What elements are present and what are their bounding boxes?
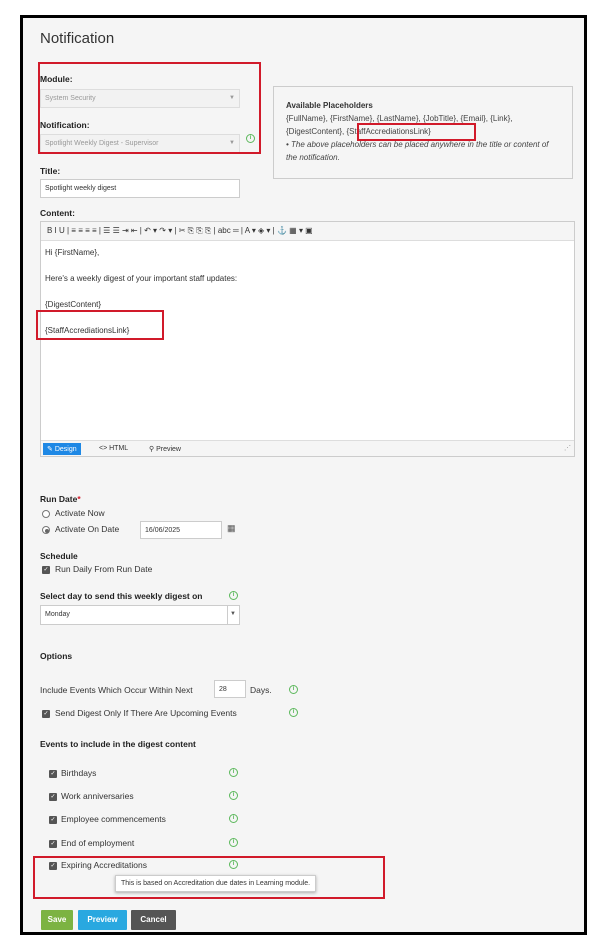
info-icon[interactable]: i (229, 838, 238, 847)
placeholders-heading: Available Placeholders (286, 101, 373, 110)
content-label: Content: (40, 208, 75, 218)
birthdays-checkbox[interactable]: ✓ (49, 770, 57, 778)
required-mark: * (77, 494, 81, 504)
weekly-day-value: Monday (45, 611, 70, 618)
code-icon: <> (99, 445, 110, 452)
editor-line: Here's a weekly digest of your important… (45, 274, 238, 283)
highlight-box (36, 310, 164, 340)
activate-now-label: Activate Now (55, 508, 105, 518)
resize-handle-icon[interactable]: ⋰ (564, 444, 571, 452)
run-date-input[interactable]: 16/06/2025 (140, 521, 222, 539)
save-button[interactable]: Save (41, 910, 73, 930)
days-input[interactable]: 28 (214, 680, 246, 698)
cancel-button[interactable]: Cancel (131, 910, 176, 930)
editor-line: Hi {FirstName}, (45, 248, 100, 257)
tab-html-label: HTML (109, 445, 129, 452)
event-item-label: Birthdays (61, 768, 97, 778)
weekly-day-select[interactable]: Monday ▼ (40, 605, 240, 625)
info-icon[interactable]: i (229, 814, 238, 823)
send-only-label: Send Digest Only If There Are Upcoming E… (55, 708, 237, 718)
radio-activate-on-date[interactable] (42, 526, 50, 534)
info-icon[interactable]: i (229, 591, 238, 600)
end-of-employment-checkbox[interactable]: ✓ (49, 840, 57, 848)
radio-activate-now[interactable] (42, 510, 50, 518)
send-only-checkbox[interactable]: ✓ (42, 710, 50, 718)
editor-mode-tabs: ✎ Design <> HTML ⚲ Preview ⋰ (41, 440, 574, 456)
placeholder-digest: {DigestContent}, (286, 127, 347, 136)
work-anniversaries-checkbox[interactable]: ✓ (49, 793, 57, 801)
run-daily-checkbox[interactable]: ✓ (42, 566, 50, 574)
editor-toolbar[interactable]: B I U | ≡ ≡ ≡ ≡ | ☰ ☰ ⇥ ⇤ | ↶ ▾ ↷ ▾ | ✂ … (41, 222, 574, 241)
highlight-box (357, 123, 476, 141)
pencil-icon: ✎ (47, 446, 55, 453)
options-label: Options (40, 651, 73, 661)
tab-preview[interactable]: ⚲ Preview (145, 443, 185, 455)
notification-panel: Notification Module: System Security ▼ N… (20, 15, 587, 935)
preview-button[interactable]: Preview (78, 910, 127, 930)
highlight-box (38, 62, 261, 154)
schedule-label: Schedule (40, 551, 78, 561)
calendar-icon[interactable]: ▦ (227, 523, 236, 534)
tab-preview-label: Preview (156, 446, 181, 453)
info-icon[interactable]: i (289, 708, 298, 717)
highlight-box (33, 856, 385, 899)
chevron-down-icon: ▼ (227, 606, 239, 624)
run-date-label: Run Date* (40, 494, 81, 504)
events-label: Events to include in the digest content (40, 739, 196, 749)
tab-design-label: Design (54, 446, 77, 453)
activate-on-date-label: Activate On Date (55, 524, 120, 534)
weekly-day-label: Select day to send this weekly digest on (40, 591, 203, 601)
run-daily-label: Run Daily From Run Date (55, 564, 153, 574)
tab-html[interactable]: <> HTML (95, 443, 132, 455)
info-icon[interactable]: i (229, 768, 238, 777)
event-item-label: Employee commencements (61, 814, 166, 824)
info-icon[interactable]: i (289, 685, 298, 694)
tab-design[interactable]: ✎ Design (43, 443, 81, 455)
placeholders-note: • The above placeholders can be placed a… (286, 140, 549, 162)
commencements-checkbox[interactable]: ✓ (49, 816, 57, 824)
days-label: Days. (250, 685, 272, 695)
info-icon[interactable]: i (229, 791, 238, 800)
title-label: Title: (40, 166, 61, 176)
include-events-label: Include Events Which Occur Within Next (40, 685, 193, 695)
page-title: Notification (40, 30, 115, 47)
event-item-label: End of employment (61, 838, 135, 848)
run-date-label-text: Run Date (40, 494, 78, 504)
event-item-label: Work anniversaries (61, 791, 134, 801)
title-input[interactable]: Spotlight weekly digest (40, 179, 240, 198)
